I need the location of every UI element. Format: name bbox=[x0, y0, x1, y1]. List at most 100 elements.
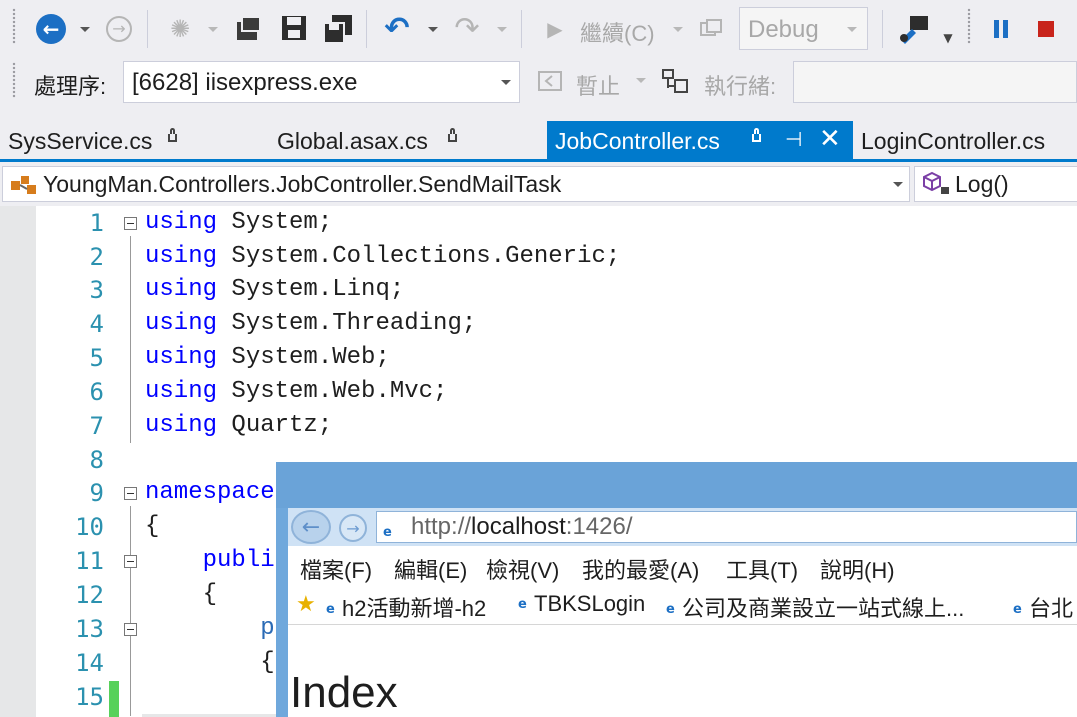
menu-view[interactable]: 檢視(V) bbox=[486, 553, 559, 585]
continue-play-icon[interactable]: ▶ bbox=[542, 16, 568, 42]
code-text[interactable]: using System.Web; bbox=[145, 344, 390, 371]
suspend-label[interactable]: 暫止 bbox=[576, 69, 620, 101]
toolbar-grip[interactable] bbox=[12, 62, 16, 98]
close-tab-icon[interactable]: ✕ bbox=[819, 124, 841, 154]
open-file-icon[interactable] bbox=[233, 13, 265, 45]
line-number: 13 bbox=[75, 615, 104, 643]
favorite-label: TBKSLogin bbox=[534, 591, 646, 616]
collapse-region-icon[interactable] bbox=[124, 217, 137, 230]
favorite-item[interactable]: e TBKSLogin bbox=[518, 591, 645, 617]
undo-icon[interactable]: ↶ bbox=[380, 12, 414, 46]
code-line: 3 using System.Linq; bbox=[0, 274, 1077, 308]
code-text[interactable]: { bbox=[145, 513, 159, 540]
collapse-region-icon[interactable] bbox=[124, 623, 137, 636]
chevron-down-icon bbox=[893, 182, 903, 187]
new-project-dropdown-icon[interactable] bbox=[208, 27, 218, 32]
navigate-forward-icon[interactable]: → bbox=[106, 16, 132, 42]
redo-dropdown-icon[interactable] bbox=[497, 27, 507, 32]
browser-link-icon[interactable] bbox=[897, 13, 931, 45]
thread-dropdown[interactable] bbox=[793, 61, 1077, 103]
process-dropdown[interactable]: [6628] iisexpress.exe bbox=[123, 61, 520, 103]
back-arrow-icon[interactable]: ← bbox=[291, 510, 331, 544]
line-number: 8 bbox=[89, 446, 104, 474]
code-rest: { bbox=[145, 649, 275, 676]
menu-tools[interactable]: 工具(T) bbox=[726, 553, 798, 585]
code-text[interactable]: { bbox=[145, 649, 275, 676]
code-line: 6 using System.Web.Mvc; bbox=[0, 376, 1077, 410]
navigate-back-dropdown-icon[interactable] bbox=[80, 27, 90, 32]
stop-debugging-icon[interactable] bbox=[1034, 17, 1058, 41]
toolbar-grip[interactable] bbox=[12, 8, 16, 44]
member-dropdown[interactable]: Log() bbox=[914, 166, 1077, 202]
solution-configuration-dropdown[interactable]: Debug bbox=[739, 7, 868, 50]
collapse-region-icon[interactable] bbox=[124, 555, 137, 568]
continue-dropdown-icon[interactable] bbox=[673, 27, 683, 32]
forward-arrow-icon[interactable]: → bbox=[339, 514, 367, 542]
type-dropdown[interactable]: YoungMan.Controllers.JobController.SendM… bbox=[2, 166, 910, 202]
favorites-star-icon[interactable]: ★ bbox=[296, 592, 316, 617]
pin-tab-icon[interactable]: ⊣ bbox=[785, 127, 802, 151]
keyword: using bbox=[145, 310, 218, 337]
code-line: 7 using Quartz; bbox=[0, 410, 1077, 444]
url-scheme: http:// bbox=[411, 513, 472, 540]
keyword: using bbox=[145, 412, 218, 439]
toolbar-grip[interactable] bbox=[967, 8, 971, 44]
code-text[interactable]: using System.Web.Mvc; bbox=[145, 378, 447, 405]
tab-sysservice[interactable]: SysService.cs bbox=[0, 121, 270, 159]
break-all-pause-icon[interactable] bbox=[990, 17, 1012, 41]
menu-help[interactable]: 說明(H) bbox=[820, 553, 895, 585]
line-number: 3 bbox=[89, 276, 104, 304]
favorite-label: 公司及商業設立一站式線上... bbox=[682, 596, 965, 621]
line-number: 5 bbox=[89, 344, 104, 372]
menu-favorites[interactable]: 我的最愛(A) bbox=[582, 553, 699, 585]
code-text[interactable]: using Quartz; bbox=[145, 412, 332, 439]
tab-jobcontroller[interactable]: JobController.cs ⊣ ✕ bbox=[547, 121, 853, 159]
page-heading: Index bbox=[290, 668, 398, 717]
ie-page-icon: e bbox=[518, 597, 527, 613]
code-text[interactable]: pu bbox=[145, 615, 289, 642]
code-text[interactable]: namespace bbox=[145, 479, 275, 506]
threads-icon[interactable] bbox=[660, 67, 690, 95]
save-icon[interactable] bbox=[279, 13, 309, 43]
code-text[interactable]: using System.Collections.Generic; bbox=[145, 243, 620, 270]
keyword: using bbox=[145, 243, 218, 270]
class-icon bbox=[9, 173, 39, 201]
suspend-icon[interactable] bbox=[537, 68, 563, 94]
attach-process-icon[interactable] bbox=[698, 17, 724, 41]
address-field[interactable]: e http://localhost:1426/ bbox=[376, 511, 1077, 543]
save-all-icon[interactable] bbox=[322, 13, 354, 45]
new-project-icon[interactable]: ✺ bbox=[165, 14, 195, 44]
method-icon bbox=[921, 171, 955, 205]
code-text[interactable]: using System.Threading; bbox=[145, 310, 476, 337]
code-rest: { bbox=[145, 581, 218, 608]
code-text[interactable]: public bbox=[145, 547, 289, 574]
tab-logincontroller[interactable]: LoginController.cs bbox=[853, 121, 1077, 159]
redo-icon[interactable]: ↷ bbox=[450, 12, 484, 46]
code-text[interactable]: using System.Linq; bbox=[145, 276, 404, 303]
keyword: using bbox=[145, 378, 218, 405]
code-rest: System.Web.Mvc; bbox=[217, 378, 448, 405]
line-number: 12 bbox=[75, 581, 104, 609]
navigate-back-icon[interactable]: ← bbox=[36, 14, 66, 44]
tab-label: JobController.cs bbox=[555, 128, 720, 154]
favorite-item[interactable]: e 台北 bbox=[1013, 591, 1073, 623]
code-text[interactable]: using System; bbox=[145, 209, 332, 236]
keyword: using bbox=[145, 209, 218, 236]
favorites-bar: ★ e h2活動新增-h2 e TBKSLogin e 公司及商業設立一站式線上...… bbox=[288, 586, 1077, 625]
favorite-item[interactable]: e h2活動新增-h2 bbox=[326, 591, 486, 623]
continue-button-label[interactable]: 繼續(C) bbox=[580, 16, 655, 48]
tab-global-asax[interactable]: Global.asax.cs bbox=[270, 121, 547, 159]
menu-file[interactable]: 檔案(F) bbox=[300, 553, 372, 585]
browser-titlebar[interactable] bbox=[276, 462, 1077, 508]
collapse-region-icon[interactable] bbox=[124, 487, 137, 500]
menu-edit[interactable]: 編輯(E) bbox=[394, 553, 467, 585]
toolbar-separator bbox=[882, 10, 883, 48]
undo-dropdown-icon[interactable] bbox=[428, 27, 438, 32]
favorite-item[interactable]: e 公司及商業設立一站式線上... bbox=[666, 591, 964, 623]
toolbar-overflow-icon[interactable]: ▼ bbox=[942, 30, 954, 46]
code-text[interactable]: { bbox=[145, 581, 217, 608]
suspend-dropdown-icon[interactable] bbox=[636, 78, 646, 83]
keyword: using bbox=[145, 276, 218, 303]
code-line: 4 using System.Threading; bbox=[0, 308, 1077, 342]
url-host: localhost bbox=[471, 513, 566, 540]
